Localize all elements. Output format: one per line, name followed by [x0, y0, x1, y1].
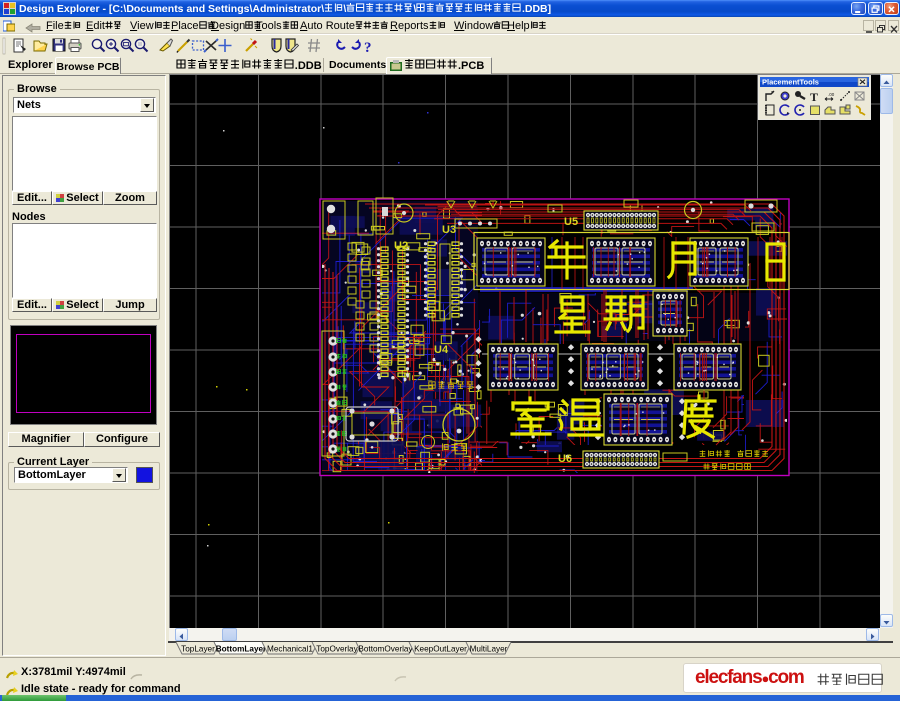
- svg-text:U2: U2: [394, 240, 408, 252]
- svg-text:TopLayer: TopLayer: [181, 645, 215, 654]
- svg-text:TopOverlay: TopOverlay: [316, 645, 358, 654]
- svg-text:PlacementTools: PlacementTools: [762, 78, 819, 87]
- svg-text:Mechanical1: Mechanical1: [267, 645, 313, 654]
- svg-text:BottomOverlay: BottomOverlay: [358, 645, 413, 654]
- svg-text:MultiLayer: MultiLayer: [470, 645, 508, 654]
- svg-text:?: ?: [364, 40, 372, 56]
- svg-text:U6: U6: [558, 453, 572, 465]
- svg-text:BottomLayer: BottomLayer: [216, 645, 267, 654]
- svg-text:.00: .00: [828, 92, 835, 97]
- svg-text:U4: U4: [434, 344, 449, 356]
- svg-text:T: T: [810, 90, 818, 104]
- svg-text:KeepOutLayer: KeepOutLayer: [414, 645, 467, 654]
- svg-text:U5: U5: [564, 216, 578, 228]
- svg-text:U3: U3: [442, 224, 456, 236]
